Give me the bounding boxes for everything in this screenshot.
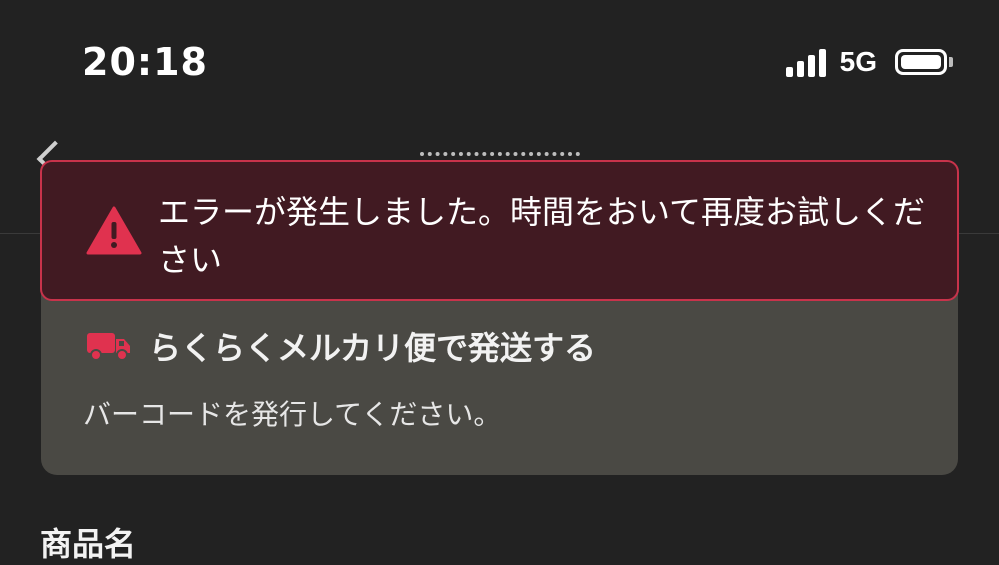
shipping-title: らくらくメルカリ便で発送する [149, 329, 597, 367]
warning-icon [86, 206, 142, 255]
status-indicators: 5G [785, 46, 953, 78]
shipping-title-row: らくらくメルカリ便で発送する [87, 323, 596, 369]
truck-icon [87, 333, 130, 361]
signal-icon [785, 47, 826, 77]
app-screen: 20:18 5G らくらくメルカリ便で発送する バーコードを発行してください。 … [0, 0, 999, 565]
battery-icon [895, 49, 953, 75]
status-time: 20:18 [82, 40, 208, 84]
section-label-item-name: 商品名 [40, 525, 137, 563]
error-toast[interactable]: エラーが発生しました。時間をおいて再度お試しください [40, 160, 959, 301]
error-message: エラーが発生しました。時間をおいて再度お試しください [158, 193, 926, 279]
network-type: 5G [839, 46, 877, 77]
shipping-description: バーコードを発行してください。 [83, 398, 502, 431]
